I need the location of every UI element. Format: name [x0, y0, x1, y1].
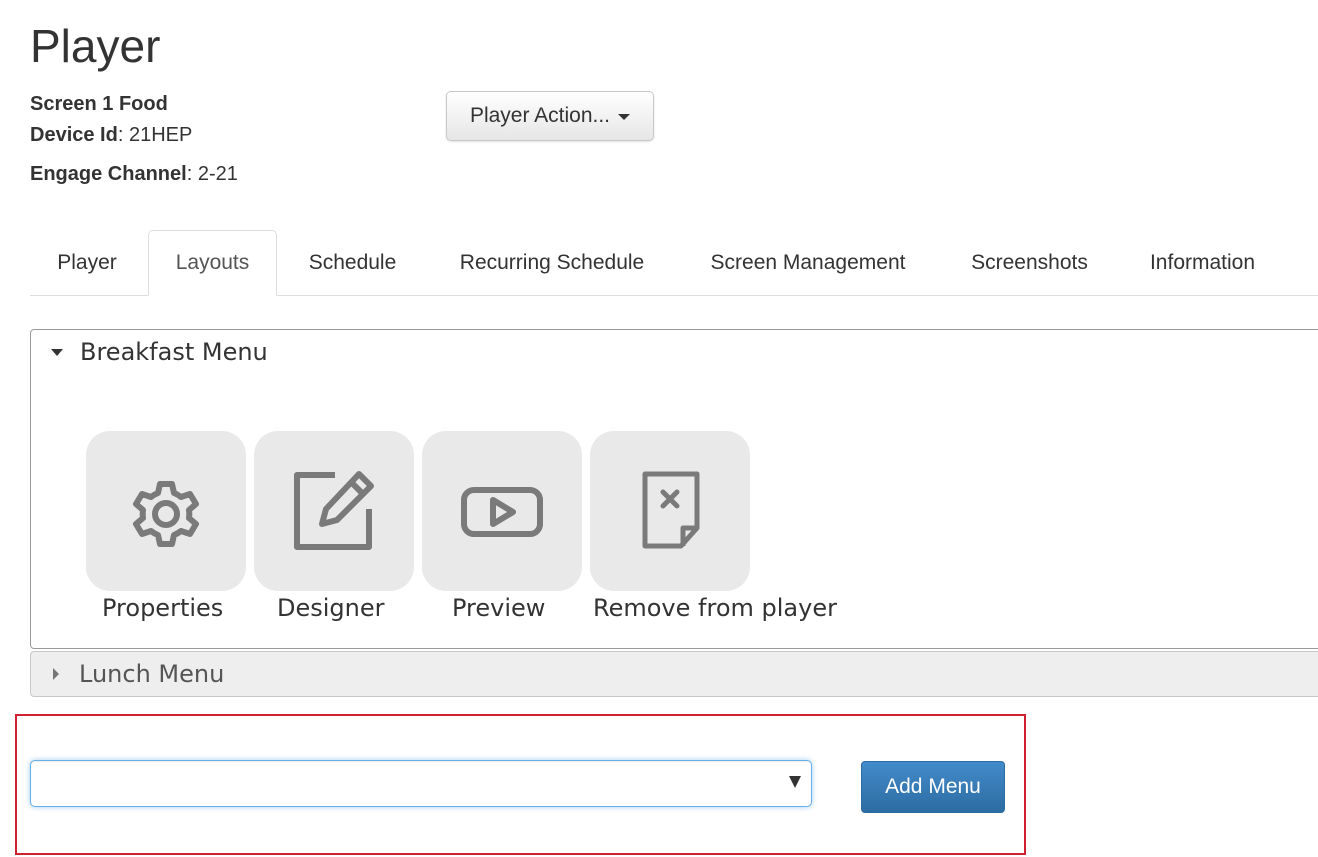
tab-label: Player [57, 251, 117, 274]
menu-title: Lunch Menu [79, 660, 225, 688]
remove-from-player-label: Remove from player [593, 594, 837, 622]
tab-recurring-schedule[interactable]: Recurring Schedule [430, 230, 674, 296]
tab-information[interactable]: Information [1125, 230, 1280, 296]
preview-button[interactable] [422, 431, 582, 591]
engage-channel-value: : 2-21 [186, 163, 238, 185]
tab-screenshots[interactable]: Screenshots [942, 230, 1117, 296]
menu-select[interactable] [30, 760, 812, 807]
tab-layouts[interactable]: Layouts [148, 230, 277, 296]
gear-icon [133, 481, 199, 547]
tab-label: Layouts [175, 251, 250, 274]
remove-file-icon [642, 471, 700, 549]
screen-name: Screen 1 Food [30, 93, 168, 116]
tab-schedule[interactable]: Schedule [285, 230, 420, 296]
remove-from-player-button[interactable] [590, 431, 750, 591]
designer-button[interactable] [254, 431, 414, 591]
designer-label: Designer [277, 594, 385, 622]
collapse-caret-icon [53, 668, 59, 680]
engage-channel-row: Engage Channel: 2-21 [30, 163, 238, 186]
properties-label: Properties [102, 594, 224, 622]
tab-label: Screenshots [971, 251, 1088, 274]
lunch-menu-header[interactable]: Lunch Menu [53, 660, 224, 688]
edit-icon [294, 471, 374, 550]
menu-title: Breakfast Menu [80, 338, 268, 366]
lunch-menu-panel[interactable]: Lunch Menu [30, 651, 1318, 697]
preview-label: Preview [452, 594, 546, 622]
tab-label: Information [1149, 251, 1256, 274]
tab-screen-management[interactable]: Screen Management [682, 230, 934, 296]
add-menu-label: Add Menu [885, 775, 981, 798]
expand-caret-icon [51, 348, 63, 356]
device-id-value: : 21HEP [117, 124, 193, 146]
caret-down-icon [618, 114, 631, 120]
player-action-label: Player Action... [469, 104, 611, 127]
breakfast-menu-panel: Breakfast Menu Properties Designer Previ… [30, 329, 1318, 649]
breakfast-menu-header[interactable]: Breakfast Menu [51, 338, 268, 366]
engage-channel-label: Engage Channel [30, 163, 187, 185]
device-id-label: Device Id [30, 124, 118, 146]
play-icon [461, 487, 543, 537]
tab-bar: Player Layouts Schedule Recurring Schedu… [30, 230, 1318, 296]
player-action-button[interactable]: Player Action... [446, 91, 654, 141]
tab-label: Screen Management [710, 251, 906, 274]
page-title: Player [30, 20, 161, 72]
dropdown-arrow-icon [789, 776, 801, 788]
device-id-row: Device Id: 21HEP [30, 124, 192, 147]
screen-name-text: Screen 1 Food [30, 93, 168, 115]
tab-label: Schedule [308, 251, 397, 274]
properties-button[interactable] [86, 431, 246, 591]
tab-player[interactable]: Player [30, 230, 144, 296]
add-menu-button[interactable]: Add Menu [861, 761, 1005, 813]
tab-label: Recurring Schedule [459, 251, 645, 274]
